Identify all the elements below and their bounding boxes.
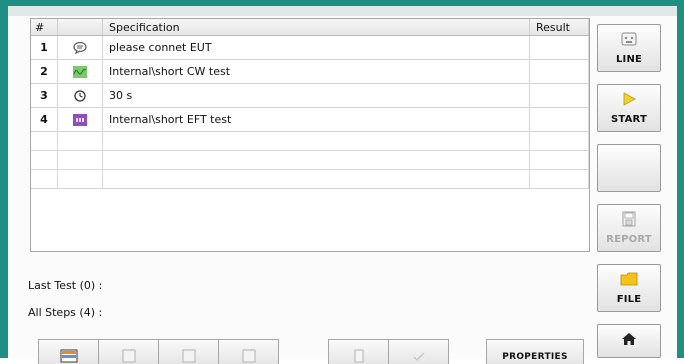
bottom-tool-5[interactable] — [328, 339, 389, 364]
cw-waveform-icon — [73, 66, 87, 78]
speech-bubble-icon — [73, 42, 87, 54]
all-steps-status: All Steps (4) : — [28, 306, 103, 319]
blank-side-button[interactable] — [597, 144, 661, 192]
step-specification: Internal\short CW test — [102, 59, 530, 84]
column-icon-header — [57, 19, 103, 36]
page-icon — [122, 349, 135, 363]
step-result — [529, 35, 589, 60]
step-result — [529, 107, 589, 132]
play-icon — [623, 92, 636, 106]
steps-table-header: # Specification Result — [31, 19, 589, 36]
properties-label: PROPERTIES — [502, 352, 568, 362]
eft-burst-icon — [73, 114, 87, 126]
bottom-tool-4[interactable] — [218, 339, 279, 364]
report-label: REPORT — [606, 234, 652, 245]
bottom-tool-1[interactable] — [38, 339, 99, 364]
step-type-cell — [57, 107, 103, 132]
step-type-cell — [57, 35, 103, 60]
table-row[interactable]: 3 30 s — [31, 83, 589, 108]
step-specification: Internal\short EFT test — [102, 107, 530, 132]
panel-icon — [354, 349, 363, 363]
step-specification: 30 s — [102, 83, 530, 108]
file-label: FILE — [616, 294, 642, 305]
bottom-tool-3[interactable] — [158, 339, 219, 364]
bottom-tool-2[interactable] — [98, 339, 159, 364]
step-result — [529, 59, 589, 84]
empty-row — [31, 131, 589, 151]
step-type-cell — [57, 83, 103, 108]
steps-table-container: # Specification Result 1 please connet E… — [30, 18, 590, 252]
start-button[interactable]: START — [597, 84, 661, 132]
line-icon — [621, 32, 637, 46]
app-window: # Specification Result 1 please connet E… — [8, 6, 677, 364]
home-icon — [622, 333, 636, 345]
properties-button[interactable]: PROPERTIES — [486, 339, 584, 364]
checkmark-icon — [412, 352, 425, 362]
step-number: 1 — [31, 35, 58, 60]
table-row[interactable]: 2 Internal\short CW test — [31, 59, 589, 84]
sequence-icon — [60, 349, 77, 363]
table-row[interactable]: 4 Internal\short EFT test — [31, 107, 589, 132]
folder-icon — [620, 272, 638, 286]
last-test-status: Last Test (0) : — [28, 279, 103, 292]
report-button[interactable]: REPORT — [597, 204, 661, 252]
table-row[interactable]: 1 please connet EUT — [31, 35, 589, 60]
line-button[interactable]: LINE — [597, 24, 661, 72]
file-button[interactable]: FILE — [597, 264, 661, 312]
page-icon — [182, 349, 195, 363]
step-number: 4 — [31, 107, 58, 132]
step-specification: please connet EUT — [102, 35, 530, 60]
clock-icon — [74, 90, 86, 102]
column-specification-header: Specification — [102, 19, 530, 36]
step-type-cell — [57, 59, 103, 84]
home-button[interactable] — [597, 324, 661, 358]
step-number: 3 — [31, 83, 58, 108]
column-result-header: Result — [529, 19, 589, 36]
page-icon — [242, 349, 255, 363]
window-top-strip — [8, 6, 677, 16]
step-result — [529, 83, 589, 108]
bottom-tool-6[interactable] — [388, 339, 449, 364]
empty-row — [31, 150, 589, 170]
empty-row — [31, 169, 589, 189]
column-number-header: # — [31, 19, 58, 36]
save-disk-icon — [622, 211, 636, 227]
line-label: LINE — [615, 54, 643, 65]
step-number: 2 — [31, 59, 58, 84]
start-label: START — [610, 114, 648, 125]
steps-table: # Specification Result 1 please connet E… — [31, 19, 589, 189]
